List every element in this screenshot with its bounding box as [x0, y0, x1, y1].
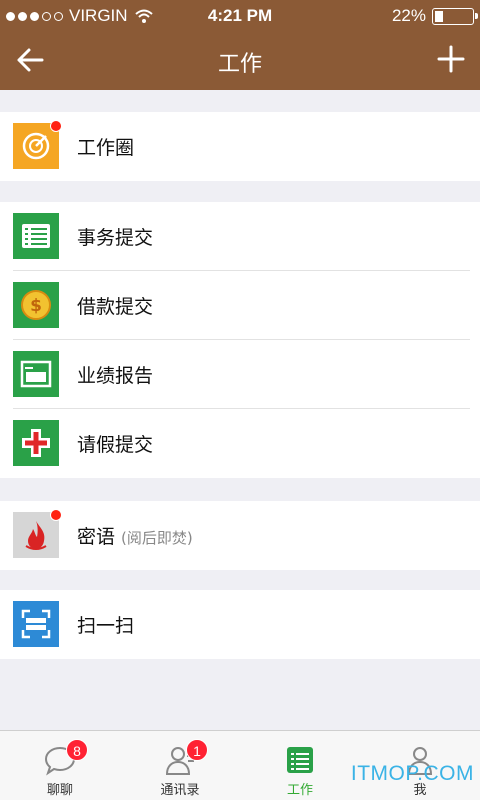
task-item-leave[interactable]: 请假提交	[0, 409, 480, 478]
secret-title: 密语	[77, 526, 116, 548]
tab-chat[interactable]: 8 聊聊	[0, 731, 120, 800]
plus-icon	[437, 45, 465, 73]
secret-label: 密语 (阅后即焚)	[77, 522, 193, 549]
watermark: ITMOP.COM	[350, 762, 474, 785]
chat-badge: 8	[66, 739, 88, 761]
status-bar: VIRGIN 4:21 PM 22%	[0, 0, 480, 32]
scan-item[interactable]: 扫一扫	[0, 590, 480, 659]
task-label: 借款提交	[77, 296, 154, 318]
scan-label: 扫一扫	[77, 615, 135, 637]
notification-dot	[50, 120, 62, 132]
tab-work[interactable]: 工作	[240, 731, 360, 800]
svg-text:$: $	[30, 296, 42, 316]
page-title: 工作	[217, 52, 262, 77]
work-icon	[287, 747, 313, 773]
nav-bar: 工作	[0, 32, 480, 90]
secret-message-item[interactable]: 密语 (阅后即焚)	[0, 501, 480, 570]
group-scan: 扫一扫	[0, 590, 480, 659]
task-item-affairs[interactable]: 事务提交	[0, 202, 480, 271]
list-icon	[13, 213, 59, 259]
add-button[interactable]	[436, 44, 466, 74]
work-circle-label: 工作圈	[77, 137, 135, 159]
contacts-badge: 1	[186, 739, 208, 761]
secret-subtitle: (阅后即焚)	[121, 529, 193, 547]
group-secret: 密语 (阅后即焚)	[0, 501, 480, 570]
tab-label: 工作	[286, 783, 313, 798]
task-label: 事务提交	[77, 227, 154, 249]
status-right: 22%	[391, 6, 478, 26]
tab-label: 聊聊	[46, 783, 73, 798]
cross-icon	[13, 420, 59, 466]
task-label: 请假提交	[77, 434, 154, 456]
tab-label: 通讯录	[160, 783, 200, 798]
coin-icon: $	[13, 282, 59, 328]
battery-icon	[432, 7, 478, 25]
report-icon	[13, 351, 59, 397]
task-item-report[interactable]: 业绩报告	[0, 340, 480, 409]
notification-dot	[50, 509, 62, 521]
work-circle-item[interactable]: 工作圈	[0, 112, 480, 181]
battery-percent: 22%	[391, 6, 426, 25]
task-item-loan[interactable]: $ 借款提交	[0, 271, 480, 340]
scan-icon	[13, 601, 59, 647]
task-label: 业绩报告	[77, 365, 154, 387]
group-tasks: 事务提交 $ 借款提交 业绩报告 请假提交	[0, 202, 480, 478]
tab-contacts[interactable]: 1 通讯录	[120, 731, 240, 800]
group-work-circle: 工作圈	[0, 112, 480, 181]
